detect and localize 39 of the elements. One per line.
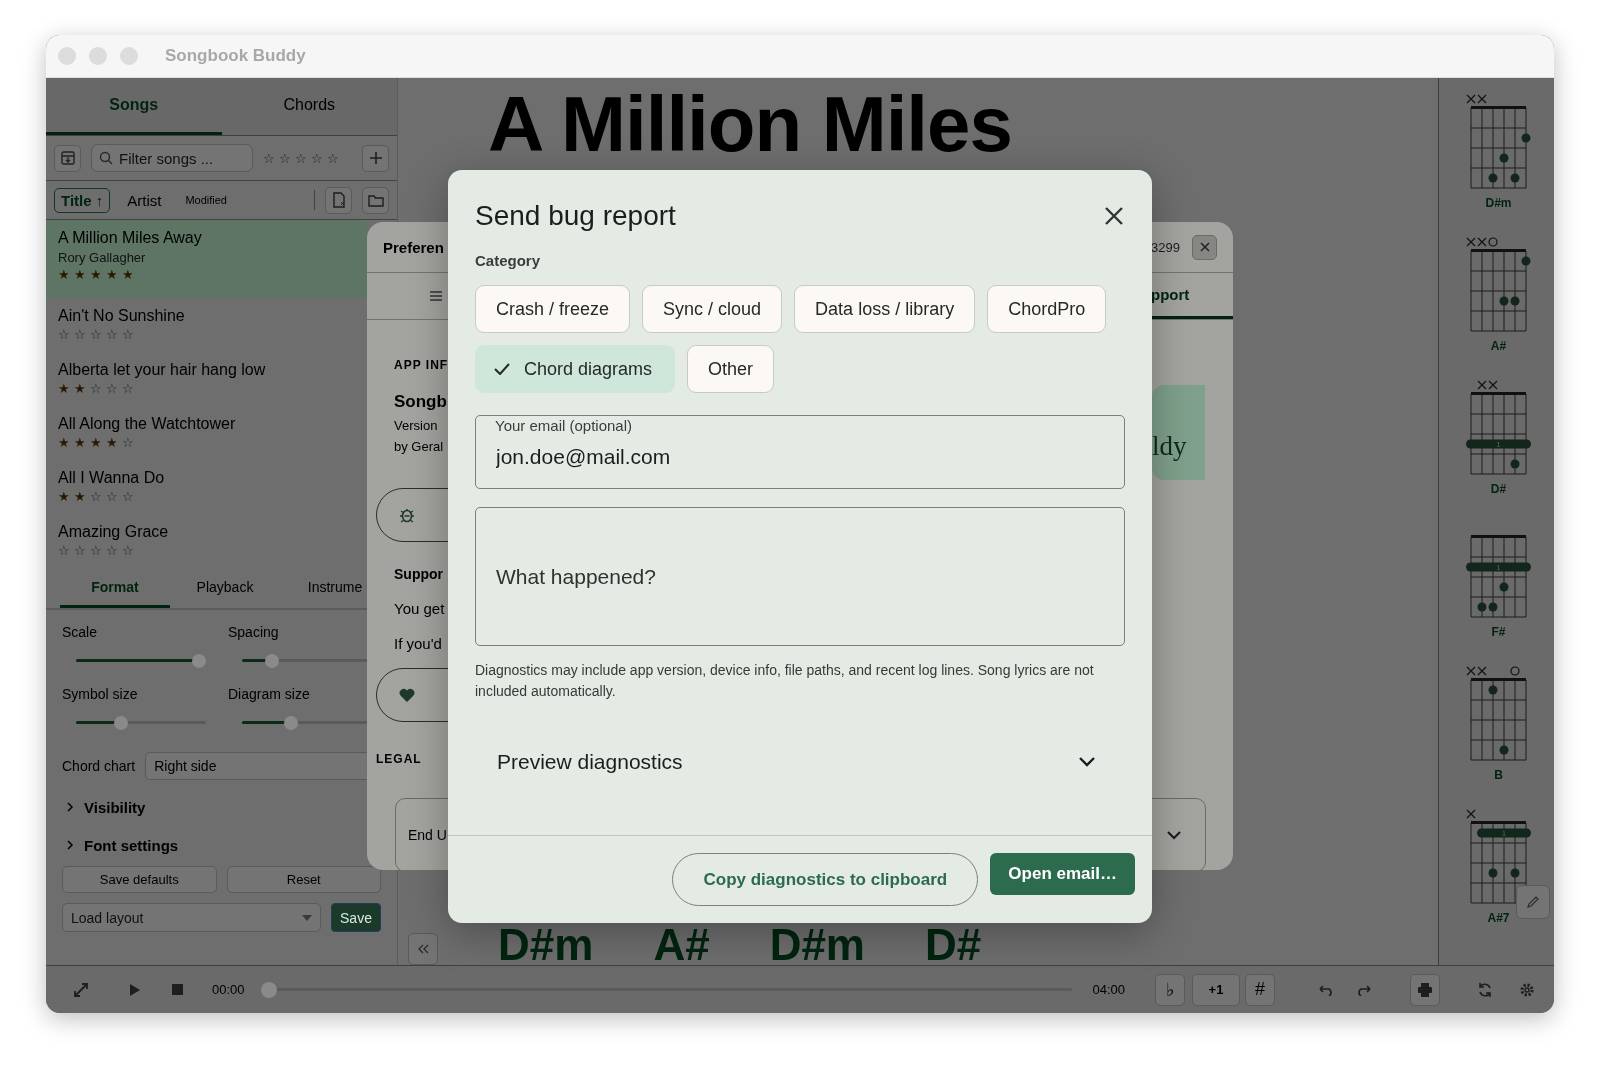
- elapsed-time: 00:00: [212, 982, 245, 997]
- chord-symbol: D#m: [498, 925, 594, 965]
- chord-symbol: A#: [653, 925, 710, 965]
- song-title: Alberta let your hair hang low: [58, 361, 267, 379]
- panel-title: Preferen: [383, 238, 444, 256]
- support-text: You get: [394, 600, 445, 617]
- version-text: Version: [394, 418, 438, 433]
- section-heading: Suppor: [394, 566, 443, 582]
- window-title: Songbook Buddy: [165, 46, 306, 66]
- slider-label: Symbol size: [62, 686, 139, 702]
- field-label: Chord chart: [62, 758, 136, 774]
- song-title: All Along the Watchtower: [58, 415, 237, 433]
- chord-name: B: [1494, 768, 1503, 782]
- song-title: Amazing Grace: [58, 523, 170, 541]
- chord-name: D#: [1490, 482, 1507, 496]
- song-title: A Million Miles Away: [58, 229, 203, 247]
- chord-name: A#7: [1487, 911, 1510, 925]
- dialog-title: Send bug report: [475, 200, 676, 232]
- slider-label: Diagram size: [228, 686, 311, 702]
- chord-symbol: D#m: [769, 925, 865, 965]
- song-title: All I Wanna Do: [58, 469, 166, 487]
- chord-name: D#m: [1485, 196, 1512, 210]
- field-label: Category: [475, 252, 542, 269]
- chord-symbol: D#: [925, 925, 982, 965]
- section-heading: APP INF: [394, 358, 449, 372]
- logo-tile: ldy: [1152, 385, 1205, 480]
- song-artist: Rory Gallagher: [58, 250, 147, 265]
- author-text: by Geral: [394, 439, 444, 454]
- song-title: A Million Miles: [488, 82, 1013, 168]
- total-time: 04:00: [1092, 982, 1125, 997]
- diagnostics-note: Diagnostics may include app version, device info, file paths, and recent log lines. Song lyrics are not included automatically.: [475, 661, 1095, 701]
- chord-name: F#: [1491, 625, 1506, 639]
- app-name: Songb: [394, 392, 447, 412]
- support-text: If you'd: [394, 635, 442, 652]
- panel-id: 3299: [1151, 239, 1180, 255]
- song-title: Ain't No Sunshine: [58, 307, 186, 325]
- slider-label: Spacing: [228, 624, 280, 640]
- chord-name: A#: [1490, 339, 1507, 353]
- slider-label: Scale: [62, 624, 99, 640]
